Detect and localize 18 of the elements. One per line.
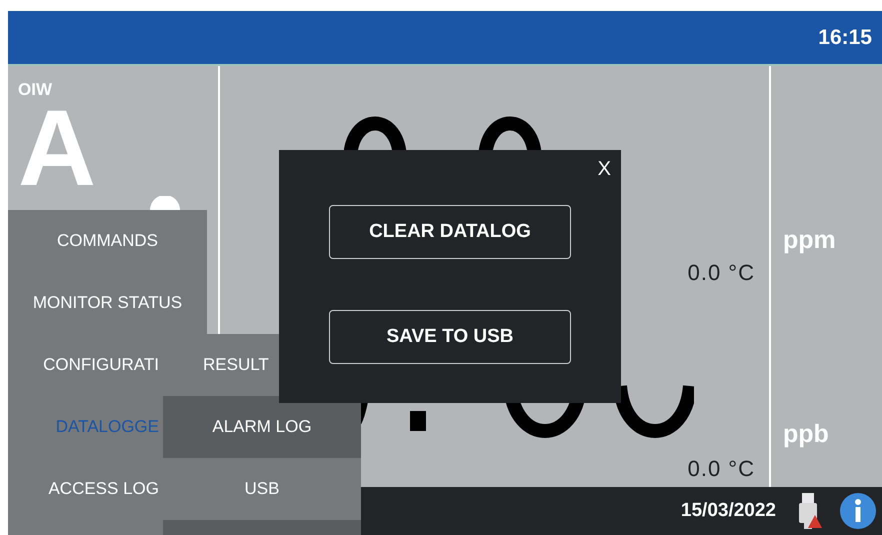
- temperature-reading: 0.0 °C: [688, 260, 755, 286]
- dialog-button[interactable]: SAVE TO USB: [329, 310, 571, 364]
- menu-item[interactable]: ACCESS LOG: [8, 458, 163, 520]
- mode-letter: A: [18, 102, 96, 194]
- info-icon[interactable]: [840, 493, 876, 529]
- parameter-label: OIW: [18, 80, 52, 100]
- usb-warning-icon[interactable]: [796, 493, 822, 529]
- unit-label: ppb: [783, 420, 830, 449]
- close-button[interactable]: X: [596, 158, 613, 181]
- date-text: 15/03/2022: [680, 500, 776, 522]
- menu-item[interactable]: CONFIGURATI: [8, 334, 163, 396]
- menu-item[interactable]: COMMANDS: [8, 210, 207, 272]
- clock-time: 16:15: [818, 26, 872, 50]
- submenu-item[interactable]: ALARM LOG: [163, 396, 361, 458]
- menu-item[interactable]: MONITOR STATUS: [8, 272, 207, 334]
- temperature-reading: 0.0 °C: [688, 456, 755, 482]
- dialog-button[interactable]: CLEAR DATALOG: [329, 205, 571, 259]
- unit-label: ppm: [783, 226, 837, 255]
